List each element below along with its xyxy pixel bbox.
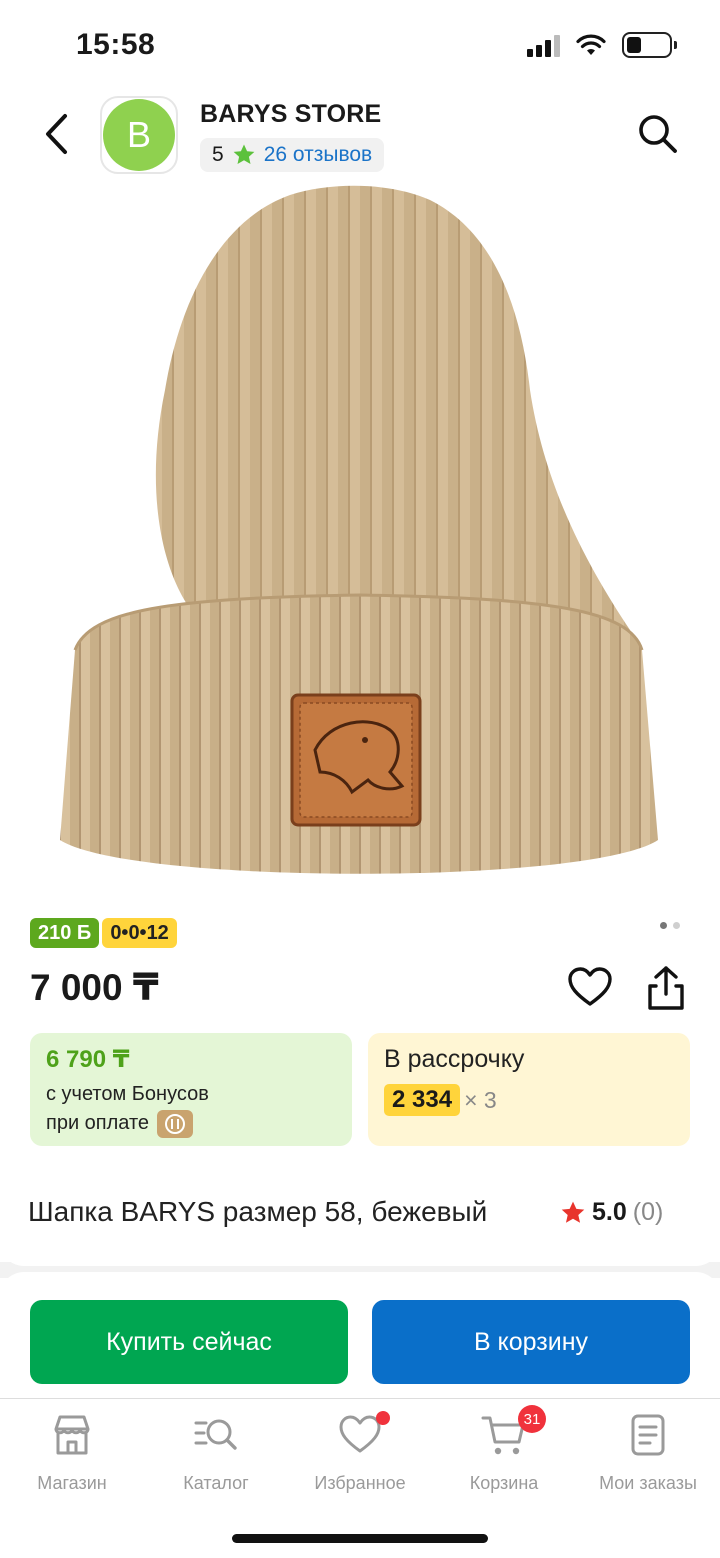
bonus-points-badge: 210 Б [30, 918, 100, 948]
catalog-search-icon [194, 1419, 237, 1450]
store-rating-value: 5 [212, 143, 224, 166]
store-header: B BARYS STORE 5 26 отзывов [0, 94, 720, 178]
home-indicator[interactable] [232, 1534, 488, 1543]
star-icon [233, 144, 255, 164]
payment-logo-icon [157, 1109, 194, 1138]
add-to-cart-button[interactable]: В корзину [372, 1300, 690, 1384]
product-rating-count: (0) [632, 1198, 664, 1226]
store-name[interactable]: BARYS STORE [200, 100, 381, 129]
pager-dot-active [660, 922, 667, 929]
share-button[interactable] [642, 964, 690, 1012]
installment-card[interactable]: В рассрочку 2 334 × 3 [368, 1033, 690, 1146]
installment-amount: 2 334 [384, 1084, 461, 1116]
store-rating-badge[interactable]: 5 26 отзывов [200, 138, 385, 172]
installment-title: В рассрочку [384, 1045, 525, 1073]
orders-icon [631, 1414, 665, 1456]
pager-dot [673, 922, 680, 929]
product-price: 7 000 ₸ [30, 967, 159, 1008]
nav-item-orders[interactable]: Мои заказы [576, 1411, 720, 1503]
product-title: Шапка BARYS размер 58, бежевый [28, 1196, 488, 1227]
back-button[interactable] [36, 110, 76, 158]
store-avatar[interactable]: B [100, 96, 178, 174]
store-reviews-link[interactable]: 26 отзывов [264, 143, 373, 167]
status-time: 15:58 [76, 28, 156, 61]
status-bar: 15:58 [0, 0, 720, 92]
leather-patch-logo [290, 693, 422, 827]
nav-item-store[interactable]: Магазин [0, 1411, 144, 1503]
installment-row: 2 334 × 3 [384, 1084, 674, 1116]
search-icon [639, 115, 677, 153]
cart-count-badge: 31 [518, 1405, 546, 1433]
favorites-notification-dot [376, 1411, 390, 1425]
nav-label-orders: Мои заказы [599, 1473, 697, 1493]
nav-item-favorites[interactable]: Избранное [288, 1411, 432, 1503]
store-icon [54, 1415, 90, 1455]
cellular-signal-icon [527, 33, 560, 57]
installment-plan-badge: 0•0•12 [102, 918, 177, 948]
search-button[interactable] [636, 112, 680, 156]
heart-icon [568, 967, 612, 1006]
battery-icon [622, 32, 677, 58]
product-image[interactable] [30, 180, 690, 910]
bonus-note-line1: с учетом Бонусов [46, 1083, 209, 1105]
star-icon [561, 1201, 585, 1223]
nav-label-cart: Корзина [469, 1473, 539, 1493]
nav-label-favorites: Избранное [314, 1473, 406, 1493]
nav-label-catalog: Каталог [183, 1473, 249, 1493]
share-icon [648, 966, 684, 1010]
bonus-price: 6 790 ₸ [46, 1046, 130, 1073]
product-rating-score: 5.0 [592, 1198, 627, 1226]
bonus-price-card[interactable]: 6 790 ₸ с учетом Бонусов при оплате [30, 1033, 352, 1146]
bonus-note-line2: при оплате [46, 1109, 336, 1138]
installment-multiplier: × 3 [464, 1086, 497, 1113]
nav-label-store: Магазин [37, 1473, 107, 1493]
buy-now-button[interactable]: Купить сейчас [30, 1300, 348, 1384]
beanie-crown [155, 185, 630, 630]
nav-item-cart[interactable]: 31 Корзина [432, 1405, 576, 1503]
product-rating[interactable]: 5.0 (0) [560, 1198, 663, 1227]
wifi-icon [576, 34, 606, 55]
promo-badges: 210 Б 0•0•12 [30, 918, 177, 948]
chevron-left-icon [46, 114, 67, 154]
content-section-bottom [0, 1240, 720, 1266]
image-pager [660, 922, 680, 929]
nav-item-catalog[interactable]: Каталог [144, 1411, 288, 1503]
status-icons [527, 32, 677, 58]
add-to-favorites-button[interactable] [566, 964, 614, 1012]
store-avatar-initial: B [103, 99, 175, 171]
bonus-note-text: при оплате [46, 1112, 150, 1134]
